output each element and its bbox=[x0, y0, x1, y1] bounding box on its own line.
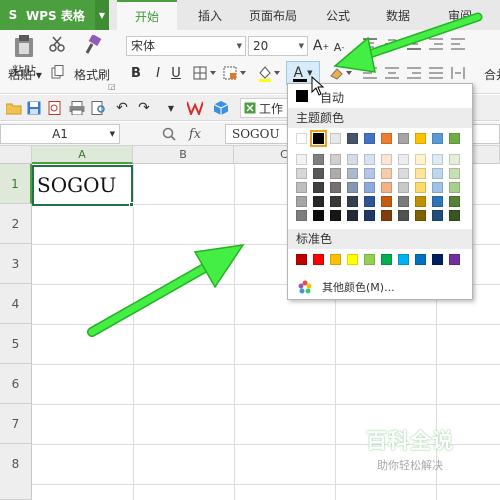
watermark-title: 百科全说 bbox=[366, 429, 454, 453]
baike-watermark: 百科全说 助你轻松解决 bbox=[350, 425, 470, 475]
watermark-subtitle: 助你轻松解决 bbox=[377, 459, 443, 472]
spreadsheet-window: { "app": {"name": "WPS 表格", "logo_letter… bbox=[0, 0, 500, 500]
arrow-to-cell-icon bbox=[87, 244, 245, 337]
arrow-to-font-color-icon bbox=[333, 12, 483, 73]
